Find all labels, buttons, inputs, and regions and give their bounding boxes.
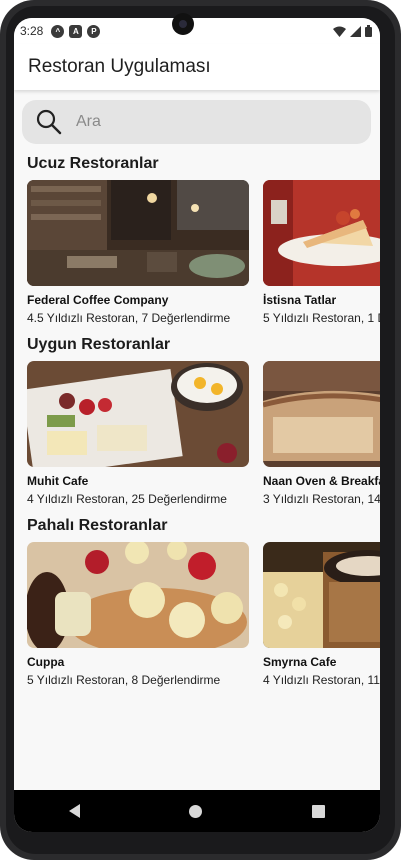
restaurant-name: Federal Coffee Company xyxy=(27,293,169,307)
restaurant-rating: 5 Yıldızlı Restoran, 8 Değerlendirme xyxy=(27,673,221,687)
restaurant-name: İstisna Tatlar xyxy=(263,293,337,307)
restaurant-image-bread xyxy=(263,361,380,467)
restaurant-image-pancakes xyxy=(27,542,249,648)
app-title: Restoran Uygulaması xyxy=(28,56,211,77)
section-title-expensive: Pahalı Restoranlar xyxy=(27,517,168,534)
section-title-affordable: Uygun Restoranlar xyxy=(27,336,171,353)
status-time: 3:28 xyxy=(20,24,44,38)
restaurant-name: Smyrna Cafe xyxy=(263,655,337,669)
restaurant-rating: 3 Yıldızlı Restoran, 14 xyxy=(263,492,380,506)
back-icon[interactable] xyxy=(68,804,80,818)
front-camera xyxy=(172,13,194,35)
wifi-icon xyxy=(333,26,346,37)
restaurant-rating: 4 Yıldızlı Restoran, 25 Değerlendirme xyxy=(27,492,227,506)
restaurant-name: Cuppa xyxy=(27,655,65,669)
restaurant-rating: 4.5 Yıldızlı Restoran, 7 Değerlendirme xyxy=(27,311,231,325)
search-bar[interactable]: Ara xyxy=(22,100,371,144)
restaurant-card[interactable]: Smyrna Cafe 4 Yıldızlı Restoran, 11 xyxy=(263,542,380,687)
restaurant-card[interactable]: İstisna Tatlar 5 Yıldızlı Restoran, 1 D xyxy=(263,180,380,325)
restaurant-rating: 5 Yıldızlı Restoran, 1 D xyxy=(263,311,380,325)
restaurant-name: Muhit Cafe xyxy=(27,474,89,488)
recents-icon[interactable] xyxy=(312,804,326,818)
restaurant-name: Naan Oven & Breakfa xyxy=(263,474,380,488)
assistant-icon: ^ xyxy=(51,24,65,38)
restaurant-card[interactable]: Muhit Cafe 4 Yıldızlı Restoran, 25 Değer… xyxy=(27,361,249,506)
battery-icon xyxy=(365,25,372,37)
restaurant-image-cafe-interior xyxy=(27,180,249,286)
system-navigation-bar xyxy=(14,790,380,832)
status-bar: 3:28 ^ A P xyxy=(14,18,380,44)
app-bar: Restoran Uygulaması xyxy=(14,44,380,90)
section-title-cheap: Ucuz Restoranlar xyxy=(27,155,159,172)
restaurant-image-coffee-dessert xyxy=(263,542,380,648)
restaurant-card[interactable]: Naan Oven & Breakfa 3 Yıldızlı Restoran,… xyxy=(263,361,380,506)
restaurant-rating: 4 Yıldızlı Restoran, 11 xyxy=(263,673,380,687)
status-system-icons xyxy=(333,25,372,37)
search-icon xyxy=(36,109,62,135)
search-placeholder[interactable]: Ara xyxy=(76,113,101,131)
home-icon[interactable] xyxy=(189,804,203,818)
p-icon: P xyxy=(87,24,101,38)
restaurant-card[interactable]: Federal Coffee Company 4.5 Yıldızlı Rest… xyxy=(27,180,249,325)
status-notification-icons: ^ A P xyxy=(51,24,101,38)
app-screen: 3:28 ^ A P Restoran Uygulaması Ara Ucuz … xyxy=(14,18,380,832)
signal-icon xyxy=(350,25,361,37)
restaurant-image-breakfast-spread xyxy=(27,361,249,467)
a-icon: A xyxy=(69,24,83,38)
restaurant-image-cake-slice xyxy=(263,180,380,286)
restaurant-card[interactable]: Cuppa 5 Yıldızlı Restoran, 8 Değerlendir… xyxy=(27,542,249,687)
